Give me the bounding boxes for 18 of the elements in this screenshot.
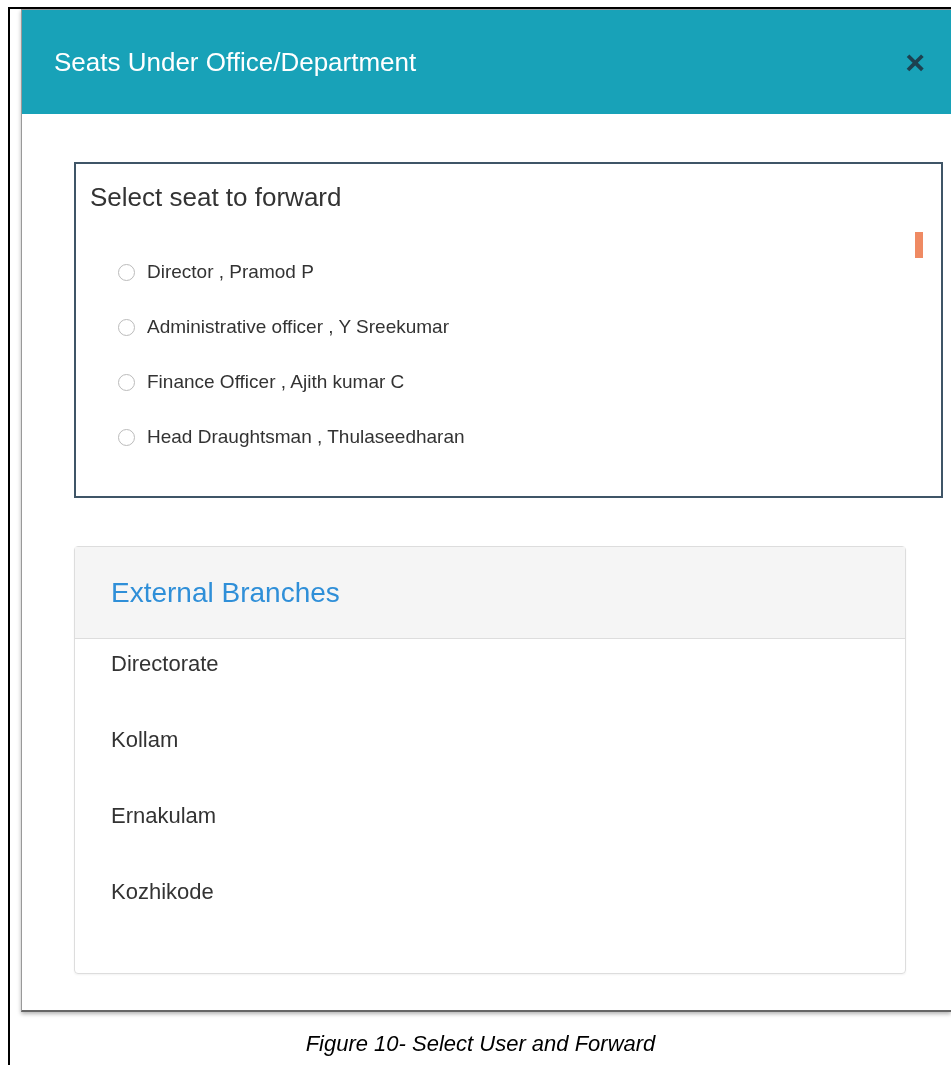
branch-item[interactable]: Directorate bbox=[111, 651, 905, 677]
panel-title: External Branches bbox=[111, 576, 340, 609]
radio-button[interactable] bbox=[118, 373, 135, 391]
seat-list-heading: Select seat to forward bbox=[90, 182, 343, 213]
figure-caption: Figure 10- Select User and Forward bbox=[304, 1031, 657, 1057]
modal-title: Seats Under Office/Department bbox=[54, 46, 417, 78]
branch-item[interactable]: Ernakulam bbox=[111, 803, 905, 829]
seat-label[interactable]: Administrative officer , Y Sreekumar bbox=[147, 316, 449, 338]
scrollbar-thumb[interactable] bbox=[915, 232, 923, 258]
branch-item[interactable]: Kozhikode bbox=[111, 879, 905, 905]
radio-button[interactable] bbox=[118, 428, 135, 446]
radio-button[interactable] bbox=[118, 318, 135, 336]
radio-button[interactable] bbox=[118, 263, 135, 281]
seat-label[interactable]: Director , Pramod P bbox=[147, 261, 314, 283]
close-button[interactable]: × bbox=[901, 45, 929, 79]
branch-item[interactable]: Kollam bbox=[111, 727, 905, 753]
seat-label[interactable]: Finance Officer , Ajith kumar C bbox=[147, 371, 405, 393]
seat-label[interactable]: Head Draughtsman , Thulaseedharan bbox=[147, 426, 465, 448]
